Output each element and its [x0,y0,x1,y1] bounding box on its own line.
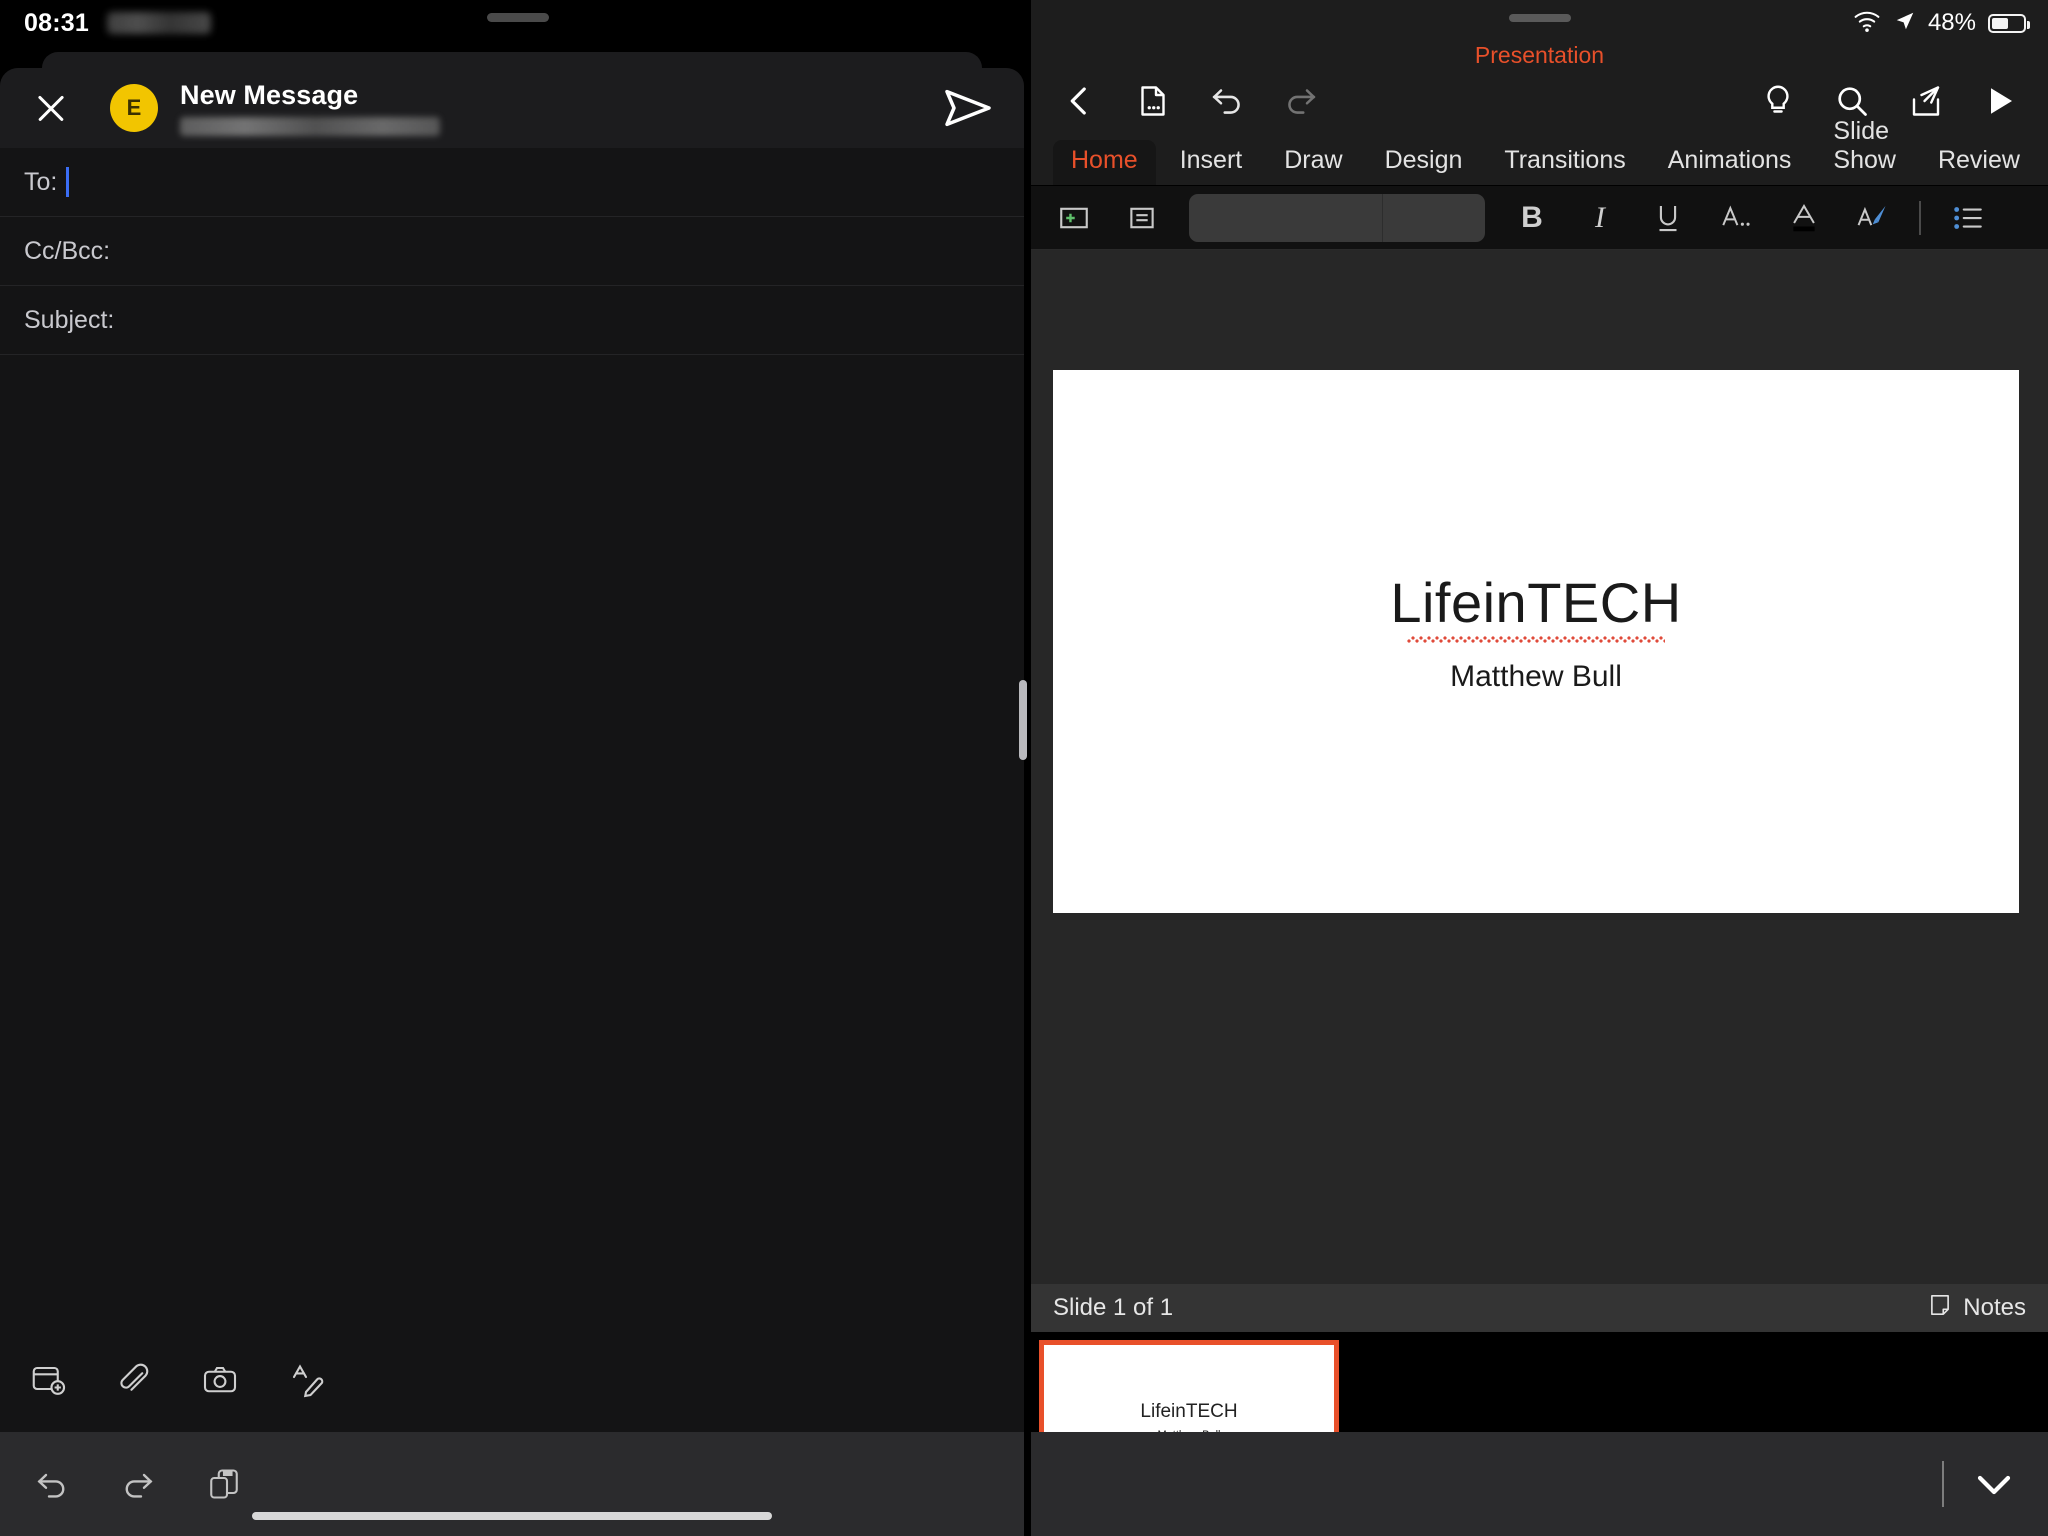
tab-slide-show[interactable]: Slide Show [1815,111,1914,185]
paste-icon[interactable] [202,1462,246,1506]
tab-draw[interactable]: Draw [1266,140,1360,185]
split-view-scrollbar[interactable] [1019,680,1027,760]
ppt-bottom-bar [1031,1432,2048,1536]
message-body-input[interactable] [0,355,1024,1355]
tab-design[interactable]: Design [1367,140,1481,185]
send-button[interactable] [940,80,996,136]
ribbon-tabs: Home Insert Draw Design Transitions Anim… [1031,117,2048,186]
notes-button[interactable]: Notes [1927,1292,2026,1325]
slide-counter: Slide 1 of 1 [1053,1294,1174,1321]
thumbnail-title: LifeinTECH [1140,1401,1238,1422]
field-to-label: To: [24,167,58,196]
close-icon[interactable] [28,85,74,131]
bullet-list-button[interactable] [1947,197,1989,239]
location-arrow-icon [1894,10,1916,37]
field-ccbcc-label: Cc/Bcc: [24,236,111,265]
text-cursor [66,167,70,197]
layout-icon[interactable] [1121,197,1163,239]
markup-icon[interactable] [284,1358,328,1402]
page-title: New Message [180,80,359,110]
bottom-bar-divider [1942,1461,1944,1507]
window-grabber-right[interactable] [1508,14,1571,22]
screen-root: 08:31 E New Message To: Cc/Bcc: Subject:… [0,0,2048,1536]
bold-button[interactable]: B [1511,197,1553,239]
add-calendar-icon[interactable] [26,1358,70,1402]
battery-icon [1988,13,2030,33]
tab-review[interactable]: Review [1920,140,2038,185]
slide-title[interactable]: LifeinTECH [1053,570,2019,635]
field-ccbcc[interactable]: Cc/Bcc: [0,217,1024,286]
tab-home[interactable]: Home [1053,140,1156,185]
undo-icon[interactable] [1205,79,1249,123]
slide-subtitle[interactable]: Matthew Bull [1053,660,2019,694]
ios-status-bar-left: 08:31 [0,0,1024,46]
tab-insert[interactable]: Insert [1162,140,1261,185]
status-bar-time: 08:31 [24,8,89,37]
underline-button[interactable] [1647,197,1689,239]
powerpoint-pane: 48% Presentation Home Insert Draw Design… [1031,0,2048,1536]
redo-icon[interactable] [116,1462,160,1506]
font-color-button[interactable] [1783,197,1825,239]
home-ribbon-toolbar: B I [1031,186,2048,250]
camera-icon[interactable] [198,1358,242,1402]
ios-status-bar-right: 48% [1031,0,2048,46]
font-size-field[interactable] [1383,194,1485,242]
paperclip-icon[interactable] [112,1358,156,1402]
more-font-formats-button[interactable] [1715,197,1757,239]
chevron-down-icon[interactable] [1970,1460,2018,1508]
avatar: E [110,84,158,132]
redo-icon[interactable] [1279,79,1323,123]
compose-header-text: New Message [180,80,440,136]
window-grabber-left[interactable] [487,13,549,22]
compose-header: E New Message [0,68,1024,148]
account-email-redacted [180,117,440,136]
new-slide-icon[interactable] [1053,197,1095,239]
field-subject[interactable]: Subject: [0,286,1024,355]
spellcheck-underline [1407,636,1665,643]
lightbulb-icon[interactable] [1756,79,1800,123]
font-name-field[interactable] [1189,193,1384,242]
font-selector[interactable] [1189,193,1485,242]
play-icon[interactable] [1978,79,2022,123]
undo-icon[interactable] [30,1462,74,1506]
notes-icon [1927,1292,1953,1325]
notes-label: Notes [1963,1294,2026,1321]
field-subject-label: Subject: [24,305,115,334]
slide-canvas[interactable]: LifeinTECH Matthew Bull [1031,250,2048,1284]
wifi-icon [1852,9,1882,38]
mail-compose-pane: 08:31 E New Message To: Cc/Bcc: Subject: [0,0,1024,1536]
file-options-icon[interactable] [1131,79,1175,123]
status-bar-redacted-label [106,12,211,34]
back-icon[interactable] [1057,79,1101,123]
toolbar-divider [1919,200,1921,235]
compose-sheet: E New Message To: Cc/Bcc: Subject: [0,68,1024,1536]
tab-transitions[interactable]: Transitions [1486,140,1643,185]
italic-button[interactable]: I [1579,197,1621,239]
tab-animations[interactable]: Animations [1650,140,1810,185]
attachment-toolbar [0,1328,1024,1432]
battery-percent: 48% [1927,9,1976,36]
format-painter-button[interactable] [1851,197,1893,239]
edit-toolbar [0,1432,1024,1536]
home-indicator [252,1512,772,1520]
field-to[interactable]: To: [0,148,1024,217]
slide-status-bar: Slide 1 of 1 Notes [1031,1284,2048,1332]
slide-1[interactable]: LifeinTECH Matthew Bull [1053,370,2019,913]
document-title: Presentation [1474,42,1605,68]
